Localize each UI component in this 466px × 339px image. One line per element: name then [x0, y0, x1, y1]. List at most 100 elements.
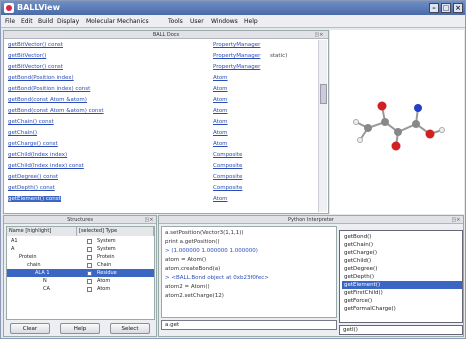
docs-scrollbar[interactable] — [318, 40, 327, 212]
doc-class-link[interactable]: Atom — [213, 194, 228, 204]
doc-row[interactable]: getBitVector() const PropertyManager — [8, 40, 260, 50]
doc-class-link[interactable]: Composite — [213, 161, 242, 171]
clear-button[interactable]: Clear — [10, 323, 50, 334]
completion-list[interactable]: getBond() getChain() getCharge() getChil… — [339, 230, 463, 323]
doc-row[interactable]: getBond(const Atom &atom) const Atom — [8, 106, 228, 116]
doc-method-link[interactable]: getBond(Position index) — [8, 75, 74, 81]
completion-item[interactable]: getDepth() — [342, 273, 462, 281]
maximize-button[interactable]: □ — [441, 3, 451, 13]
select-checkbox[interactable] — [87, 239, 92, 244]
doc-row[interactable]: getBitVector() const PropertyManager — [8, 62, 260, 72]
docs-panel-close-icon[interactable]: ◳× — [314, 32, 324, 38]
doc-method-link[interactable]: getChain() const — [8, 119, 54, 125]
menu-build[interactable]: Build — [38, 18, 53, 25]
doc-class-link[interactable]: Atom — [213, 95, 228, 105]
tree-row[interactable]: A System — [7, 245, 154, 253]
menu-windows[interactable]: Windows — [211, 18, 238, 25]
doc-row[interactable]: getBitVector() PropertyManager static) — [8, 51, 287, 61]
completion-item-selected[interactable]: getElement() — [342, 281, 462, 289]
python-input[interactable]: a.get — [161, 320, 337, 330]
doc-row[interactable]: getDepth() const Composite — [8, 183, 242, 193]
doc-class-link[interactable]: PropertyManager — [213, 51, 260, 61]
python-panel-close-icon[interactable]: ◳× — [451, 217, 461, 223]
completion-item[interactable]: getChain() — [342, 241, 462, 249]
doc-method-link[interactable]: getChild(Index index) const — [8, 163, 84, 169]
doc-method-link[interactable]: getBitVector() const — [8, 42, 63, 48]
close-button[interactable]: × — [453, 3, 463, 13]
doc-method-link[interactable]: getCharge() const — [8, 141, 58, 147]
doc-class-link[interactable]: Atom — [213, 139, 228, 149]
doc-class-link[interactable]: PropertyManager — [213, 40, 260, 50]
select-checkbox[interactable] — [87, 271, 92, 276]
doc-method-link[interactable]: getBitVector() const — [8, 64, 63, 70]
completion-item[interactable]: getForce() — [342, 297, 462, 305]
completion-item[interactable]: getChild() — [342, 257, 462, 265]
structures-tree[interactable]: Name [highlight] [selected] Type A1 Syste… — [6, 226, 155, 320]
menu-help[interactable]: Help — [244, 18, 258, 25]
doc-class-link[interactable]: Atom — [213, 117, 228, 127]
doc-method-link[interactable]: getDegree() const — [8, 174, 58, 180]
molecule-viewer[interactable] — [330, 30, 464, 214]
tree-row-type: Residue — [97, 270, 117, 276]
doc-row-selected[interactable]: getElement() const Atom — [8, 194, 228, 204]
doc-class-link[interactable]: Composite — [213, 150, 242, 160]
column-header-name[interactable]: Name [highlight] — [7, 227, 77, 236]
doc-method-link[interactable]: getBond(const Atom &atom) — [8, 97, 87, 103]
doc-class-link[interactable]: Atom — [213, 128, 228, 138]
bballview-window: BALLView – □ × File Edit Build Display M… — [0, 0, 466, 339]
tree-row[interactable]: chain Chain — [7, 261, 154, 269]
doc-class-link[interactable]: Composite — [213, 183, 242, 193]
doc-method-link[interactable]: getChain() — [8, 130, 37, 136]
doc-method-link[interactable]: getBond(Position index) const — [8, 86, 90, 92]
docs-scrollbar-thumb[interactable] — [320, 84, 327, 104]
doc-row[interactable]: getCharge() const Atom — [8, 139, 228, 149]
doc-row[interactable]: getBond(const Atom &atom) Atom — [8, 95, 228, 105]
tree-row[interactable]: N Atom — [7, 277, 154, 285]
select-checkbox[interactable] — [87, 287, 92, 292]
menu-file[interactable]: File — [5, 18, 15, 25]
column-header-type[interactable]: [selected] Type — [77, 227, 154, 236]
doc-method-link[interactable]: getElement() const — [8, 196, 61, 202]
tree-row-type: System — [97, 246, 116, 252]
menu-edit[interactable]: Edit — [21, 18, 33, 25]
doc-row[interactable]: getBond(Position index) const Atom — [8, 84, 228, 94]
minimize-button[interactable]: – — [429, 3, 439, 13]
doc-row[interactable]: getDegree() const Composite — [8, 172, 242, 182]
tree-row[interactable]: Protein Protein — [7, 253, 154, 261]
doc-row[interactable]: getChain() const Atom — [8, 117, 228, 127]
completion-item[interactable]: getFormalCharge() — [342, 305, 462, 313]
completion-item[interactable]: getCharge() — [342, 249, 462, 257]
doc-method-link[interactable]: getChild(Index index) — [8, 152, 67, 158]
menu-bar: File Edit Build Display Molecular Mechan… — [1, 15, 465, 28]
doc-row[interactable]: getChain() Atom — [8, 128, 228, 138]
tree-row[interactable]: CA Atom — [7, 285, 154, 293]
doc-row[interactable]: getChild(Index index) const Composite — [8, 161, 242, 171]
doc-class-link[interactable]: Atom — [213, 73, 228, 83]
doc-class-link[interactable]: Composite — [213, 172, 242, 182]
doc-method-link[interactable]: getBond(const Atom &atom) const — [8, 108, 104, 114]
doc-method-link[interactable]: getDepth() const — [8, 185, 55, 191]
select-checkbox[interactable] — [87, 247, 92, 252]
completion-item[interactable]: getDegree() — [342, 265, 462, 273]
completion-item[interactable]: getFirstChild() — [342, 289, 462, 297]
menu-display[interactable]: Display — [57, 18, 79, 25]
doc-class-link[interactable]: Atom — [213, 84, 228, 94]
structures-panel-close-icon[interactable]: ◳× — [144, 217, 154, 223]
doc-class-link[interactable]: Atom — [213, 106, 228, 116]
completion-item[interactable]: getBond() — [342, 233, 462, 241]
tree-row-selected[interactable]: ALA 1 Residue — [7, 269, 154, 277]
select-checkbox[interactable] — [87, 263, 92, 268]
select-checkbox[interactable] — [87, 279, 92, 284]
menu-tools[interactable]: Tools — [168, 18, 183, 25]
doc-class-link[interactable]: PropertyManager — [213, 62, 260, 72]
doc-method-link[interactable]: getBitVector() — [8, 53, 46, 59]
select-button[interactable]: Select — [110, 323, 150, 334]
select-checkbox[interactable] — [87, 255, 92, 260]
doc-row[interactable]: getBond(Position index) Atom — [8, 73, 228, 83]
completion-current[interactable]: getI() — [339, 325, 463, 335]
menu-molecular-mechanics[interactable]: Molecular Mechanics — [86, 18, 149, 25]
tree-row[interactable]: A1 System — [7, 237, 154, 245]
doc-row[interactable]: getChild(Index index) Composite — [8, 150, 242, 160]
help-button[interactable]: Help — [60, 323, 100, 334]
menu-user[interactable]: User — [190, 18, 204, 25]
